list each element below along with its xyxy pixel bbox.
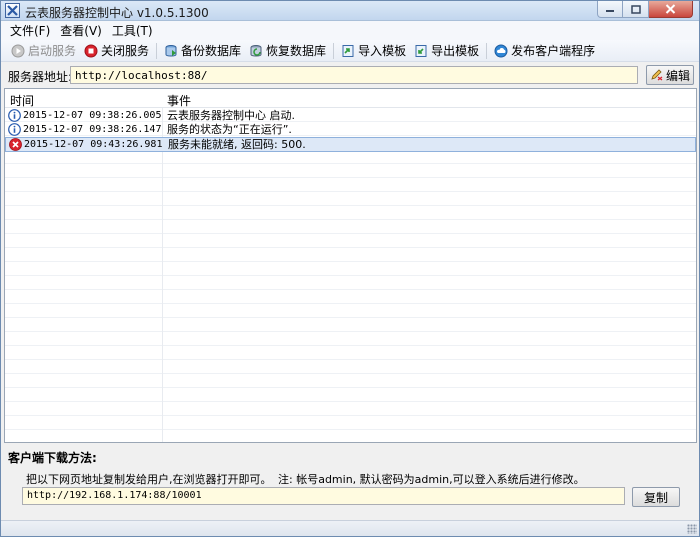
edit-button-label: 编辑	[665, 68, 690, 83]
status-bar	[1, 520, 699, 536]
column-header-event[interactable]: 事件	[167, 92, 191, 109]
close-button[interactable]	[649, 1, 693, 18]
copy-button[interactable]: 复制	[632, 487, 680, 507]
start-service-button[interactable]: 启动服务	[7, 41, 80, 61]
log-time: 2015-12-07 09:38:26.005	[23, 110, 162, 121]
log-event: 服务未能就绪, 返回码: 500.	[168, 138, 306, 151]
restore-database-label: 恢复数据库	[266, 44, 327, 58]
backup-database-button[interactable]: 备份数据库	[160, 41, 245, 61]
start-service-label: 启动服务	[28, 44, 77, 58]
menu-file[interactable]: 文件(F)	[5, 22, 55, 39]
server-address-input[interactable]: http://localhost:88/	[70, 66, 638, 84]
maximize-button[interactable]	[623, 1, 649, 18]
window-controls	[597, 1, 693, 19]
publish-client-label: 发布客户端程序	[511, 44, 596, 58]
log-time: 2015-12-07 09:38:26.147	[23, 124, 162, 135]
error-x-icon	[9, 138, 22, 151]
database-restore-icon	[250, 44, 262, 56]
app-logo-icon	[5, 3, 20, 18]
column-header-time[interactable]: 时间	[10, 92, 34, 109]
log-row-selected[interactable]: 2015-12-07 09:43:26.981 服务未能就绪, 返回码: 500…	[5, 137, 696, 152]
play-circle-icon	[11, 44, 25, 57]
menu-bar: 文件(F) 查看(V) 工具(T)	[1, 21, 699, 40]
download-description: 把以下网页地址复制发给用户,在浏览器打开即可。	[26, 473, 272, 486]
app-window: 云表服务器控制中心 v1.0.5.1300 文件(F) 查看(V) 工具(T) …	[0, 0, 700, 537]
stop-service-button[interactable]: 关闭服务	[80, 41, 153, 61]
import-template-button[interactable]: 导入模板	[337, 41, 410, 61]
info-icon	[8, 109, 21, 122]
stop-circle-icon	[84, 44, 98, 57]
export-template-button[interactable]: 导出模板	[410, 41, 483, 61]
database-backup-icon	[165, 44, 177, 56]
download-note: 注: 帐号admin, 默认密码为admin,可以登入系统后进行修改。	[278, 473, 585, 486]
minimize-button[interactable]	[597, 1, 623, 18]
minimize-icon	[606, 10, 614, 12]
log-row[interactable]: 2015-12-07 09:38:26.147 服务的状态为“正在运行”.	[5, 123, 696, 137]
server-address-row: 服务器地址: http://localhost:88/ 编辑	[1, 63, 699, 87]
export-template-icon	[415, 44, 427, 57]
toolbar-separator	[486, 42, 488, 59]
publish-client-button[interactable]: 发布客户端程序	[490, 41, 599, 61]
server-address-label: 服务器地址:	[8, 70, 73, 84]
maximize-icon	[630, 4, 641, 14]
resize-grip-icon[interactable]	[687, 524, 697, 534]
import-template-icon	[342, 44, 354, 57]
restore-database-button[interactable]: 恢复数据库	[245, 41, 330, 61]
title-bar[interactable]: 云表服务器控制中心 v1.0.5.1300	[1, 1, 699, 21]
toolbar-separator	[156, 42, 158, 59]
info-icon	[8, 123, 21, 136]
window-title: 云表服务器控制中心 v1.0.5.1300	[25, 6, 209, 20]
menu-tools[interactable]: 工具(T)	[107, 22, 158, 39]
cloud-upload-icon	[494, 44, 508, 57]
menu-view[interactable]: 查看(V)	[55, 22, 107, 39]
log-event: 服务的状态为“正在运行”.	[167, 123, 292, 136]
log-event: 云表服务器控制中心 启动.	[167, 109, 295, 122]
client-url-input[interactable]: http://192.168.1.174:88/10001	[22, 487, 625, 505]
event-log-list[interactable]: 时间 事件 2015-12-07 09:38:26.005 云表服务器控制中心 …	[4, 88, 697, 443]
export-template-label: 导出模板	[431, 44, 480, 58]
log-header: 时间 事件	[5, 89, 696, 108]
toolbar: 启动服务 关闭服务 备份数据库 恢复数据库 导入模板 导出模板 发布客户端程序	[1, 40, 699, 62]
stop-service-label: 关闭服务	[101, 44, 150, 58]
backup-database-label: 备份数据库	[181, 44, 242, 58]
close-icon	[665, 4, 676, 14]
log-row[interactable]: 2015-12-07 09:38:26.005 云表服务器控制中心 启动.	[5, 109, 696, 123]
toolbar-separator	[333, 42, 335, 59]
client-download-panel: 客户端下载方法: 把以下网页地址复制发给用户,在浏览器打开即可。 注: 帐号ad…	[1, 444, 699, 520]
pencil-icon	[651, 69, 663, 81]
log-time: 2015-12-07 09:43:26.981	[24, 139, 163, 150]
import-template-label: 导入模板	[358, 44, 407, 58]
download-title: 客户端下载方法:	[8, 451, 97, 465]
row-grid-lines	[5, 108, 696, 442]
edit-button[interactable]: 编辑	[646, 65, 694, 85]
